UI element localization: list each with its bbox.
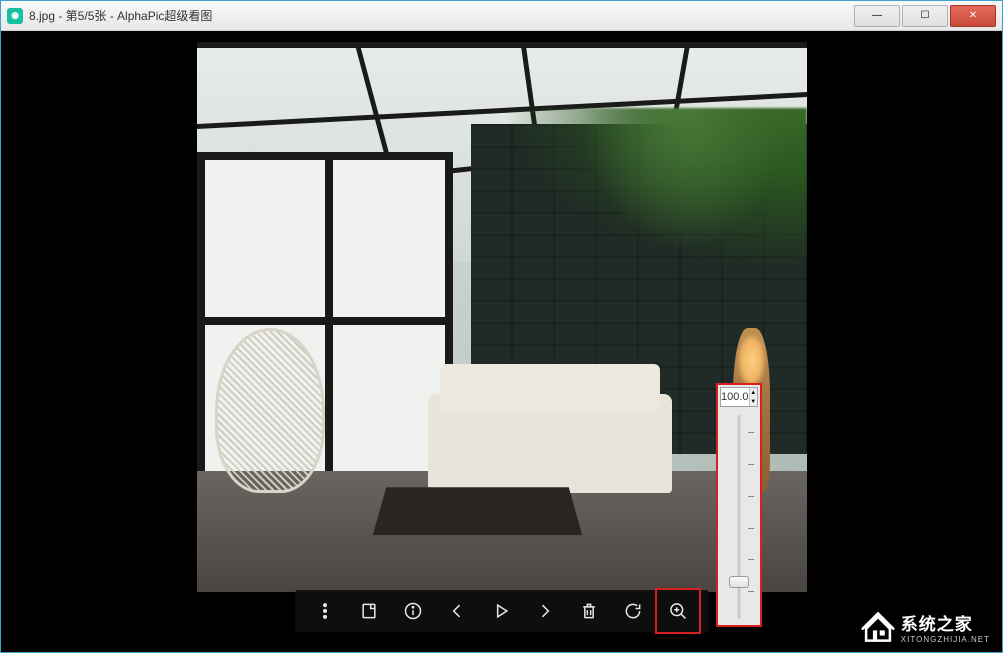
trash-icon (579, 601, 599, 621)
image-display[interactable] (197, 42, 807, 592)
scene-table (372, 487, 582, 535)
zoom-value-box: 100.0 ▲ ▼ (720, 387, 758, 407)
watermark: 系统之家 XITONGZHIJIA.NET (861, 610, 990, 644)
zoom-in-icon (668, 601, 688, 621)
previous-button[interactable] (435, 590, 479, 632)
info-icon (403, 601, 423, 621)
window-title: 8.jpg - 第5/5张 - AlphaPic超级看图 (29, 7, 852, 24)
zoom-spinner-up[interactable]: ▲ (750, 388, 757, 397)
previous-icon (447, 601, 467, 621)
more-icon (315, 601, 335, 621)
scene-sofa (428, 394, 672, 493)
house-icon (861, 610, 895, 644)
watermark-sub: XITONGZHIJIA.NET (901, 635, 990, 644)
next-icon (535, 601, 555, 621)
info-button[interactable] (391, 590, 435, 632)
scene-chair (215, 328, 325, 493)
minimize-button[interactable]: — (854, 5, 900, 27)
window-controls: — ☐ ✕ (852, 5, 996, 27)
maximize-button[interactable]: ☐ (902, 5, 948, 27)
zoom-spinner: ▲ ▼ (749, 388, 757, 406)
viewer-content: 100.0 ▲ ▼ (1, 31, 1002, 652)
scene-beam (197, 42, 807, 48)
watermark-main: 系统之家 (901, 610, 990, 635)
app-window: ◉ 8.jpg - 第5/5张 - AlphaPic超级看图 — ☐ ✕ (0, 0, 1003, 653)
title-bar[interactable]: ◉ 8.jpg - 第5/5张 - AlphaPic超级看图 — ☐ ✕ (1, 1, 1002, 31)
app-icon: ◉ (7, 8, 23, 24)
rotate-note-icon (359, 601, 379, 621)
refresh-icon (623, 601, 643, 621)
delete-button[interactable] (567, 590, 611, 632)
note-button[interactable] (347, 590, 391, 632)
zoom-panel: 100.0 ▲ ▼ (716, 383, 762, 627)
watermark-text: 系统之家 XITONGZHIJIA.NET (901, 610, 990, 644)
zoom-spinner-down[interactable]: ▼ (750, 397, 757, 406)
play-icon (491, 601, 511, 621)
close-button[interactable]: ✕ (950, 5, 996, 27)
bottom-toolbar (295, 590, 709, 632)
refresh-button[interactable] (611, 590, 655, 632)
zoom-value-input[interactable]: 100.0 (721, 388, 749, 406)
play-button[interactable] (479, 590, 523, 632)
more-button[interactable] (303, 590, 347, 632)
zoom-slider-thumb[interactable] (729, 576, 749, 588)
zoom-slider-track[interactable] (720, 411, 758, 623)
next-button[interactable] (523, 590, 567, 632)
zoom-in-button[interactable] (655, 588, 701, 634)
scene-plants (502, 108, 807, 273)
